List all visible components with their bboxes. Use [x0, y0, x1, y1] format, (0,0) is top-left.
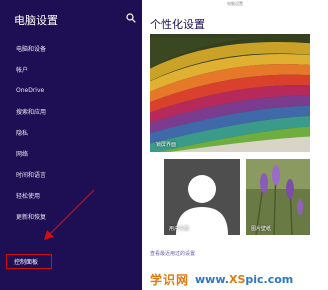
lock-screen-tile[interactable]: 锁屏界面 — [150, 34, 310, 152]
settings-sidebar: 电脑设置 电脑和设备 帐户 OneDrive 搜索和应用 隐私 网络 时间和语言… — [0, 0, 142, 290]
control-panel-link[interactable]: 控制面板 — [6, 254, 52, 269]
sidebar-item-search-apps[interactable]: 搜索和应用 — [16, 101, 46, 122]
sidebar-item-onedrive[interactable]: OneDrive — [16, 80, 46, 101]
start-background-tile[interactable]: 图片壁纸 — [246, 159, 310, 235]
account-picture-label: 用户头像 — [169, 226, 190, 232]
sidebar-item-accounts[interactable]: 帐户 — [16, 59, 46, 80]
sidebar-item-privacy[interactable]: 隐私 — [16, 122, 46, 143]
page-title: 个性化设置 — [150, 18, 205, 31]
recent-settings-link[interactable]: 查看最近用过的设置 — [150, 250, 195, 257]
watermark-cn: 学识网 — [150, 272, 190, 287]
window-title: 电脑设置 — [227, 1, 243, 6]
sidebar-title: 电脑设置 — [14, 14, 58, 27]
watermark-url: www.XSpic.com — [195, 272, 294, 286]
red-arrow-annotation — [44, 189, 95, 240]
main-pane: 电脑设置 个性化设置 锁屏界面 用户头像 图片壁纸 查看最近用过的设置 — [142, 0, 328, 290]
search-icon[interactable] — [126, 13, 136, 23]
account-picture-tile[interactable]: 用户头像 — [164, 159, 240, 235]
start-background-label: 图片壁纸 — [251, 226, 272, 232]
lock-screen-image — [150, 34, 310, 152]
sidebar-item-network[interactable]: 网络 — [16, 143, 46, 164]
sidebar-item-time-language[interactable]: 时间和语言 — [16, 164, 46, 185]
lock-screen-label: 锁屏界面 — [156, 142, 177, 148]
watermark: 学识网 www.XSpic.com — [150, 270, 293, 288]
user-avatar-icon — [164, 159, 240, 235]
sidebar-item-pc-devices[interactable]: 电脑和设备 — [16, 38, 46, 59]
lavender-image — [246, 159, 310, 235]
